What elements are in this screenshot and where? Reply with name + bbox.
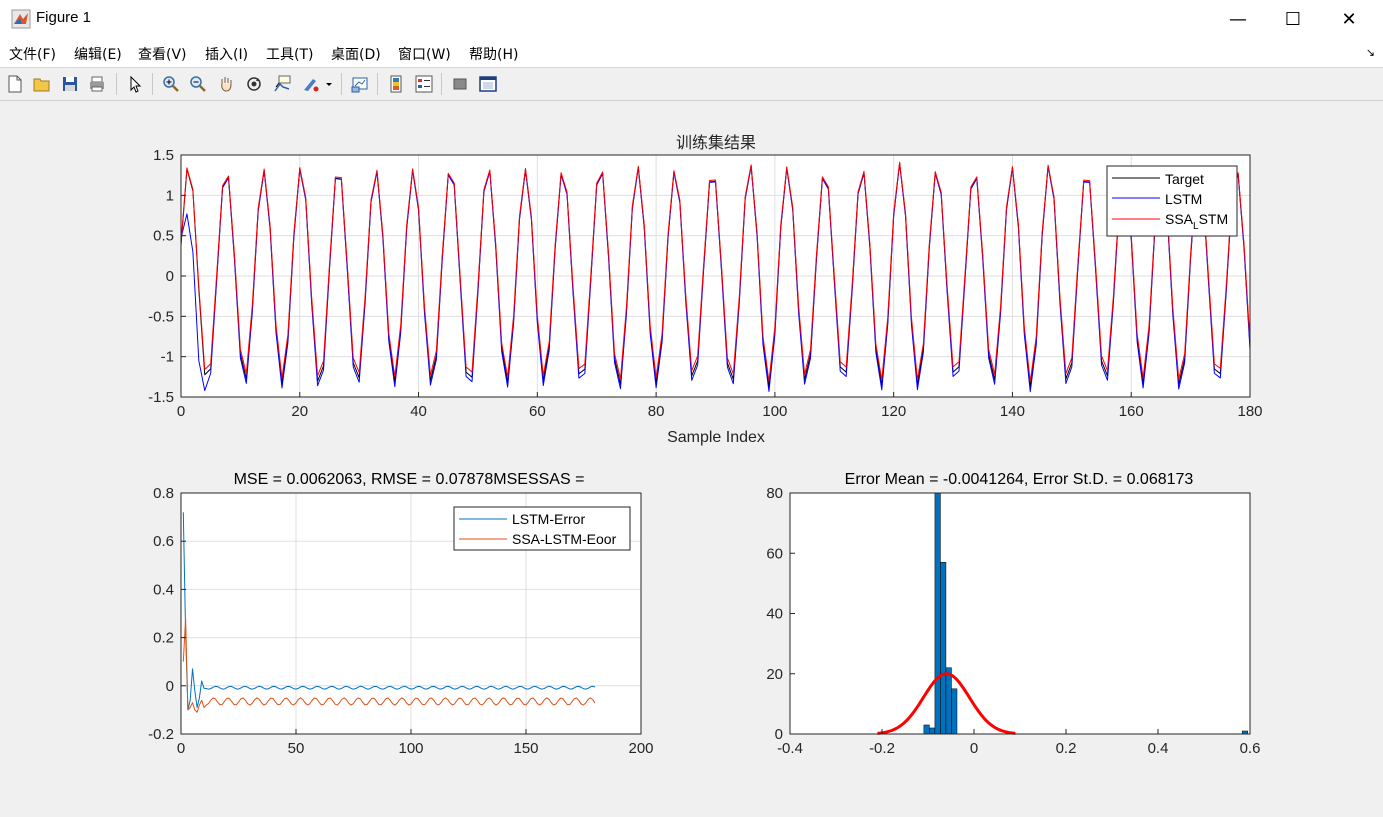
histogram-bar <box>923 724 930 735</box>
menu-bar: 文件(F) 编辑(E) 查看(V) 插入(I) 工具(T) 桌面(D) 窗口(W… <box>0 38 1383 68</box>
maximize-button[interactable]: ☐ <box>1270 0 1316 38</box>
x-tick-label: 150 <box>513 740 538 757</box>
x-tick-label: 200 <box>628 740 653 757</box>
axes-error-histogram[interactable]: -0.4 -0.2 0 0.2 0.4 0.6806040200 <box>766 485 1260 757</box>
hide-plot-tools-icon[interactable] <box>449 73 471 95</box>
x-tick-label: 80 <box>648 403 665 420</box>
menu-insert[interactable]: 插入(I) <box>205 44 248 64</box>
x-tick-label: 0 <box>177 740 185 757</box>
rotate-3d-icon[interactable] <box>243 73 265 95</box>
menu-help[interactable]: 帮助(H) <box>469 44 518 64</box>
histogram-bar <box>940 562 947 735</box>
minimize-button[interactable]: — <box>1215 0 1261 38</box>
zoom-in-icon[interactable] <box>160 73 182 95</box>
open-file-icon[interactable] <box>31 73 53 95</box>
menu-window[interactable]: 窗口(W) <box>398 44 451 64</box>
x-tick-label: -0.2 <box>869 740 895 757</box>
x-tick-label: 60 <box>529 403 546 420</box>
brush-icon[interactable] <box>299 73 321 95</box>
legend2-label-lstm-error: LSTM-Error <box>512 511 585 527</box>
y-tick-label: 0 <box>166 268 174 285</box>
brush-dropdown-icon[interactable] <box>323 73 335 95</box>
x-tick-label: 0.4 <box>1148 740 1169 757</box>
axes3-title: Error Mean = -0.0041264, Error St.D. = 0… <box>845 471 1194 488</box>
zoom-out-icon[interactable] <box>187 73 209 95</box>
pointer-icon[interactable] <box>124 73 146 95</box>
x-tick-label: 40 <box>410 403 427 420</box>
new-figure-icon[interactable] <box>4 73 26 95</box>
y-tick-label: 0.5 <box>153 228 174 245</box>
y-tick-label: -0.5 <box>148 308 174 325</box>
y-tick-label: -0.2 <box>148 726 174 743</box>
x-tick-label: 120 <box>881 403 906 420</box>
x-tick-label: 0 <box>970 740 978 757</box>
show-plot-tools-icon[interactable] <box>477 73 499 95</box>
legend1-label-lstm: LSTM <box>1165 191 1202 207</box>
title-bar: Figure 1 — ☐ ✕ <box>0 0 1383 38</box>
colorbar-icon[interactable] <box>385 73 407 95</box>
x-tick-label: 0 <box>177 403 185 420</box>
x-tick-label: 0.6 <box>1240 740 1261 757</box>
x-tick-label: 140 <box>1000 403 1025 420</box>
histogram-bar <box>945 667 952 735</box>
toolbar <box>0 68 1383 101</box>
print-icon[interactable] <box>86 73 108 95</box>
y-tick-label: 20 <box>766 666 783 683</box>
y-tick-label: 1.5 <box>153 147 174 164</box>
close-button[interactable]: ✕ <box>1326 0 1372 38</box>
x-tick-label: 100 <box>762 403 787 420</box>
x-tick-label: 100 <box>398 740 423 757</box>
y-tick-label: -1 <box>161 349 174 366</box>
data-cursor-icon[interactable] <box>271 73 293 95</box>
legend1-label-ssa-suffix: STM <box>1199 211 1229 227</box>
dock-arrow-icon[interactable]: ↘ <box>1366 46 1375 59</box>
x-tick-label: 20 <box>291 403 308 420</box>
figure-canvas: 0 20 40 60 80 100 120 140 160 180 1.5 1 0.5 0 -0.5 -1 -1… <box>0 101 1383 813</box>
plot-area <box>790 493 1250 734</box>
y-tick-label: 0 <box>166 678 174 695</box>
menu-view[interactable]: 查看(V) <box>138 44 187 64</box>
axes1-xlabel: Sample Index <box>667 429 765 446</box>
x-tick-label: 50 <box>288 740 305 757</box>
y-tick-label: 40 <box>766 606 783 623</box>
legend-icon[interactable] <box>413 73 435 95</box>
x-tick-label: 160 <box>1119 403 1144 420</box>
y-tick-label: 0.2 <box>153 630 174 647</box>
menu-file[interactable]: 文件(F) <box>9 44 56 64</box>
axes-training-result[interactable]: 0 20 40 60 80 100 120 140 160 180 1.5 1 0.5 0 -0.5 -1 -1… <box>148 147 1262 420</box>
legend-errors[interactable]: LSTM-Error SSA-LSTM-Eoor <box>453 506 631 551</box>
y-tick-label: 0 <box>775 726 783 743</box>
y-tick-label: 1 <box>166 187 174 204</box>
y-tick-label: 60 <box>766 545 783 562</box>
x-tick-label: 0.2 <box>1056 740 1077 757</box>
legend1-label-target: Target <box>1165 171 1204 187</box>
menu-tools[interactable]: 工具(T) <box>266 44 313 64</box>
pan-icon[interactable] <box>215 73 237 95</box>
legend-top[interactable]: Target LSTM SSALSTM <box>1106 165 1238 237</box>
menu-edit[interactable]: 编辑(E) <box>74 44 122 64</box>
menu-desktop[interactable]: 桌面(D) <box>331 44 381 64</box>
y-tick-label: -1.5 <box>148 389 174 406</box>
axes1-title: 训练集结果 <box>676 134 756 152</box>
link-plot-icon[interactable] <box>349 73 371 95</box>
histogram-bar <box>929 727 936 735</box>
axes2-title: MSE = 0.0062063, RMSE = 0.07878MSESSAS = <box>234 471 585 488</box>
histogram-bar <box>934 492 941 735</box>
y-tick-label: 0.6 <box>153 533 174 550</box>
y-tick-label: 80 <box>766 485 783 502</box>
window-title: Figure 1 <box>36 9 92 26</box>
histogram-bar <box>951 688 958 735</box>
y-tick-label: 0.8 <box>153 485 174 502</box>
x-tick-label: 180 <box>1237 403 1262 420</box>
figure-svg: 0 20 40 60 80 100 120 140 160 180 1.5 1 0.5 0 -0.5 -1 -1… <box>148 134 1262 757</box>
y-tick-label: 0.4 <box>153 581 174 598</box>
legend1-label-ssa-main: SSA <box>1165 211 1194 227</box>
matlab-icon <box>11 9 31 29</box>
save-icon[interactable] <box>59 73 81 95</box>
legend2-label-ssa-error: SSA-LSTM-Eoor <box>512 531 617 547</box>
